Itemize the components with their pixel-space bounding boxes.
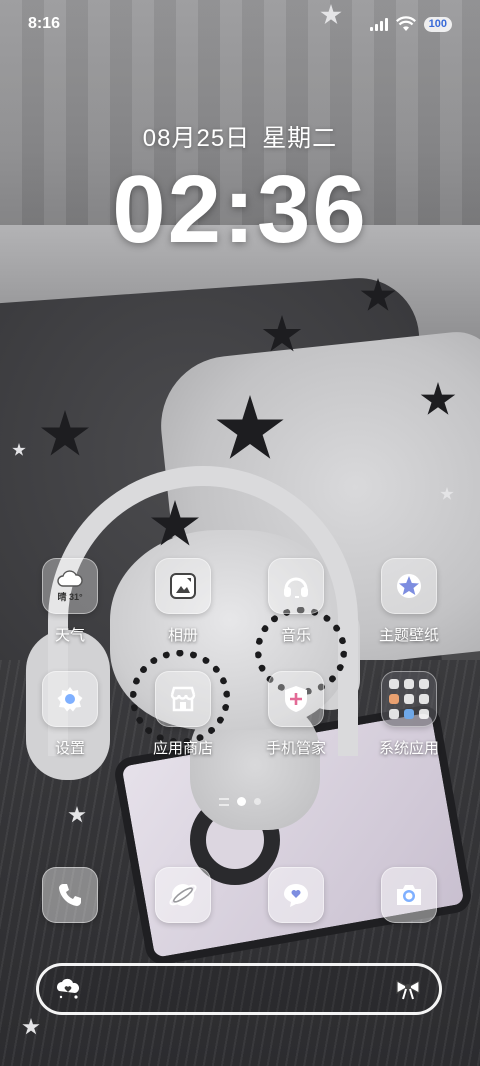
dock-phone[interactable]	[15, 867, 125, 923]
search-bar[interactable]	[36, 963, 442, 1015]
themes-icon[interactable]	[381, 558, 437, 614]
weekday-text: 星期二	[262, 125, 338, 152]
dock-messages[interactable]	[241, 867, 351, 923]
phone-icon[interactable]	[42, 867, 98, 923]
folder-system-apps[interactable]: 系统应用	[354, 671, 464, 758]
gear-icon[interactable]	[42, 671, 98, 727]
app-weather[interactable]: 晴 31° 天气	[15, 558, 125, 645]
folder-grid	[389, 679, 429, 719]
app-store[interactable]: 应用商店	[128, 671, 238, 758]
app-label: 设置	[54, 740, 85, 757]
page-dot	[254, 798, 261, 805]
app-phone-manager[interactable]: 手机管家	[241, 671, 351, 758]
app-settings[interactable]: 设置	[15, 671, 125, 758]
shield-plus-icon[interactable]	[268, 671, 324, 727]
app-label: 天气	[54, 627, 85, 644]
heart-cloud-icon[interactable]	[55, 977, 81, 1001]
battery-icon: 100	[423, 16, 452, 32]
gallery-icon[interactable]	[155, 558, 211, 614]
app-gallery[interactable]: 相册	[128, 558, 238, 645]
page-dot-active	[237, 797, 246, 806]
app-label: 相册	[167, 627, 198, 644]
headphones-icon[interactable]	[268, 558, 324, 614]
clock-widget[interactable]: 02:36	[0, 155, 480, 265]
status-bar: 8:16 100	[0, 0, 480, 48]
app-music[interactable]: 音乐	[241, 558, 351, 645]
browser-icon[interactable]	[155, 867, 211, 923]
weather-icon[interactable]: 晴 31°	[42, 558, 98, 614]
lockscreen-date: 08月25日 星期二	[0, 118, 480, 153]
message-icon[interactable]	[268, 867, 324, 923]
status-time: 8:16	[28, 15, 61, 32]
app-label: 应用商店	[152, 740, 213, 757]
dock-camera[interactable]	[354, 867, 464, 923]
app-label: 手机管家	[265, 740, 326, 757]
dock-browser[interactable]	[128, 867, 238, 923]
date-text: 08月25日	[142, 125, 251, 152]
app-label: 系统应用	[378, 740, 439, 757]
status-icons: 100	[369, 16, 452, 32]
page-indicator[interactable]	[0, 797, 480, 806]
camera-icon[interactable]	[381, 867, 437, 923]
app-label: 主题壁纸	[378, 627, 439, 644]
page-indicator-menu	[219, 797, 229, 806]
bow-icon[interactable]	[393, 977, 423, 1001]
wifi-icon	[395, 16, 416, 31]
weather-badge: 晴 31°	[57, 591, 83, 602]
store-icon[interactable]	[155, 671, 211, 727]
folder-icon[interactable]	[381, 671, 437, 727]
app-themes[interactable]: 主题壁纸	[354, 558, 464, 645]
app-label: 音乐	[280, 627, 311, 644]
signal-icon	[369, 17, 388, 31]
